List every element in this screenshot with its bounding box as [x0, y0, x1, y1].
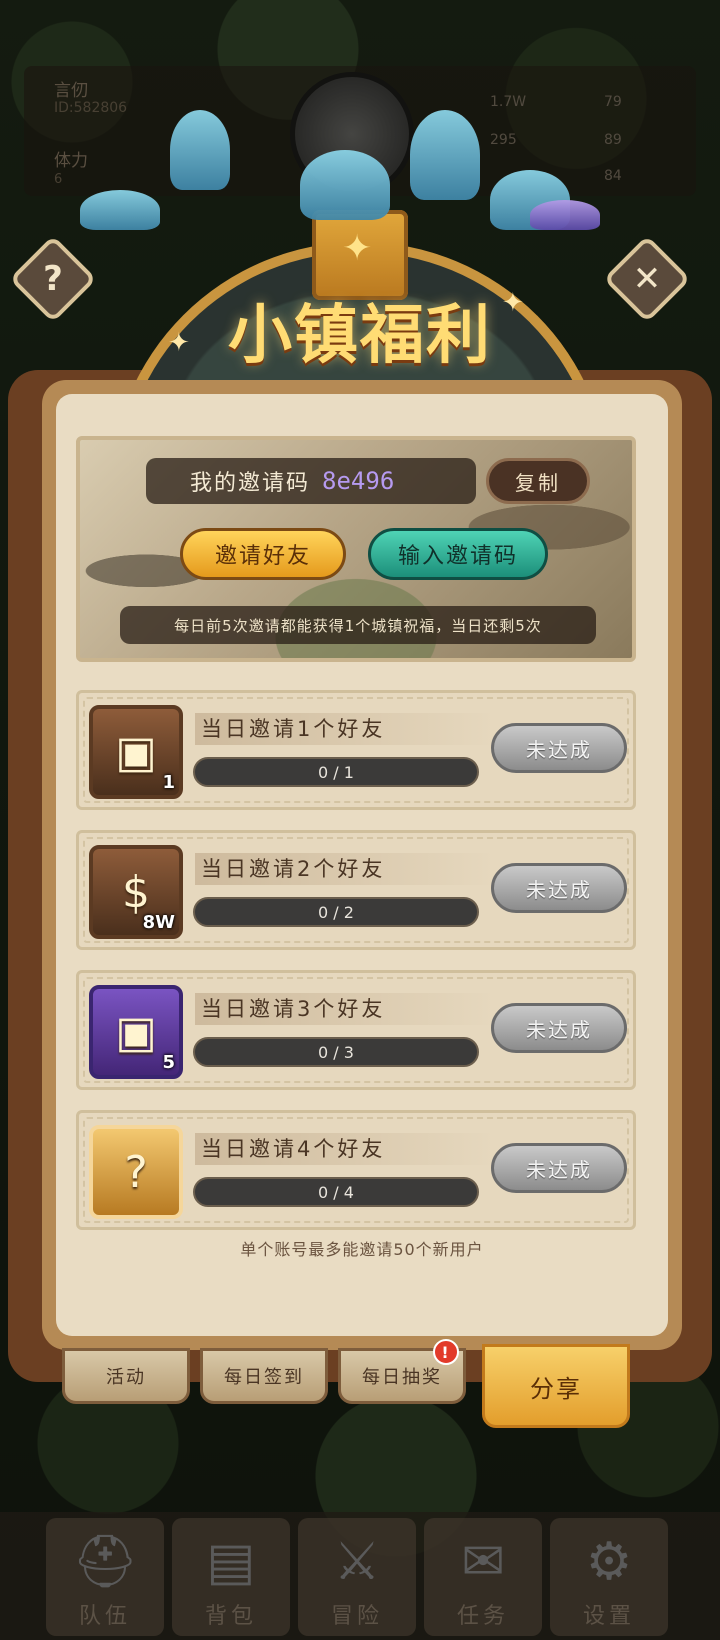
task-row: ▣ 1 当日邀请1个好友 0 / 1 未达成 [76, 690, 636, 810]
title-banner: ✦ 小镇福利 ✦ ✦ [100, 210, 620, 492]
invite-card: 我的邀请码 8e496 复制 邀请好友 输入邀请码 每日前5次邀请都能获得1个城… [76, 436, 636, 662]
task-title: 当日邀请4个好友 [195, 1133, 495, 1165]
task-status-button[interactable]: 未达成 [491, 863, 627, 913]
nav-backpack[interactable]: ▤ 背包 [172, 1518, 290, 1636]
tab-label: 活动 [106, 1367, 146, 1388]
reward-quantity: 1 [162, 772, 175, 793]
helmet-icon: ⛑ [71, 1532, 138, 1592]
invite-code-row: 我的邀请码 8e496 [146, 458, 476, 504]
nav-adventure[interactable]: ⚔ 冒险 [298, 1518, 416, 1636]
scroll-icon: ✉ [461, 1532, 505, 1592]
nav-settings[interactable]: ⚙ 设置 [550, 1518, 668, 1636]
task-progress-bar: 0 / 4 [193, 1177, 479, 1207]
reward-slot[interactable]: ▣ 1 [89, 705, 183, 799]
invite-info-text: 每日前5次邀请都能获得1个城镇祝福，当日还剩5次 [120, 606, 596, 644]
gear-icon: ⚙ [585, 1532, 633, 1592]
task-progress-bar: 0 / 2 [193, 897, 479, 927]
crossed-swords-close-icon: ✕ [632, 259, 662, 299]
treasure-chest-icon: ▣ [115, 1006, 157, 1058]
task-title: 当日邀请2个好友 [195, 853, 495, 885]
nav-label: 队伍 [78, 1604, 131, 1629]
tab-label: 每日抽奖 [362, 1367, 442, 1388]
nav-label: 任务 [456, 1604, 509, 1629]
flower-decoration [60, 110, 660, 230]
sparkle-icon: ✦ [168, 328, 190, 358]
popup-panel: 我的邀请码 8e496 复制 邀请好友 输入邀请码 每日前5次邀请都能获得1个城… [42, 380, 682, 1350]
task-progress-bar: 0 / 1 [193, 757, 479, 787]
tab-daily-lottery[interactable]: 每日抽奖 ! [338, 1339, 466, 1404]
notification-badge: ! [433, 1339, 459, 1365]
reward-quantity: 5 [162, 1052, 175, 1073]
task-title: 当日邀请1个好友 [195, 713, 495, 745]
coin-bag-icon: $ [122, 866, 150, 918]
sparkle-icon: ✦ [502, 288, 524, 318]
nav-label: 设置 [582, 1604, 635, 1629]
task-row: ▣ 5 当日邀请3个好友 0 / 3 未达成 [76, 970, 636, 1090]
enter-invite-code-button[interactable]: 输入邀请码 [368, 528, 548, 580]
copy-button[interactable]: 复制 [486, 458, 590, 504]
task-status-button[interactable]: 未达成 [491, 723, 627, 773]
task-row: ? 当日邀请4个好友 0 / 4 未达成 [76, 1110, 636, 1230]
task-progress-bar: 0 / 3 [193, 1037, 479, 1067]
invite-limit-note: 单个账号最多能邀请50个新用户 [240, 1240, 484, 1259]
nav-team[interactable]: ⛑ 队伍 [46, 1518, 164, 1636]
reward-slot[interactable]: ? [89, 1125, 183, 1219]
popup-content: 我的邀请码 8e496 复制 邀请好友 输入邀请码 每日前5次邀请都能获得1个城… [56, 394, 668, 1336]
task-row: $ 8W 当日邀请2个好友 0 / 2 未达成 [76, 830, 636, 950]
bottom-navigation: ⛑ 队伍 ▤ 背包 ⚔ 冒险 ✉ 任务 ⚙ 设置 [0, 1512, 720, 1640]
reward-quantity: 8W [142, 912, 175, 933]
invite-code-label: 我的邀请码 [190, 471, 311, 496]
nav-label: 冒险 [330, 1604, 383, 1629]
crossed-swords-icon: ⚔ [333, 1532, 381, 1592]
nav-tasks[interactable]: ✉ 任务 [424, 1518, 542, 1636]
tab-daily-checkin[interactable]: 每日签到 [200, 1348, 328, 1404]
tab-label: 每日签到 [224, 1367, 304, 1388]
tab-activity[interactable]: 活动 [62, 1348, 190, 1404]
task-status-button[interactable]: 未达成 [491, 1143, 627, 1193]
invite-code-value: 8e496 [322, 467, 395, 495]
tab-label: 分享 [530, 1374, 582, 1403]
tab-share[interactable]: 分享 [482, 1344, 630, 1428]
invite-friends-button[interactable]: 邀请好友 [180, 528, 346, 580]
treasure-chest-icon: ▣ [115, 726, 157, 778]
reward-slot[interactable]: $ 8W [89, 845, 183, 939]
task-status-button[interactable]: 未达成 [491, 1003, 627, 1053]
reward-slot[interactable]: ▣ 5 [89, 985, 183, 1079]
question-icon: ? [43, 259, 63, 299]
backpack-icon: ▤ [206, 1532, 256, 1592]
nav-label: 背包 [204, 1604, 257, 1629]
task-title: 当日邀请3个好友 [195, 993, 495, 1025]
mystery-question-icon: ? [124, 1146, 148, 1198]
